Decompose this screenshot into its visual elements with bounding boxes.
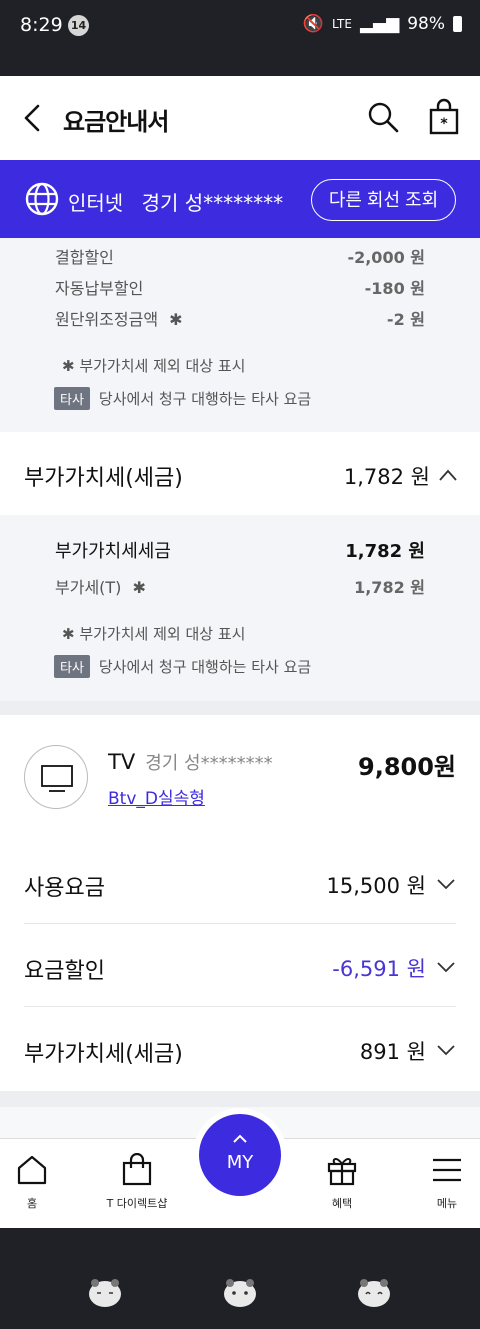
detail-row: 자동납부할인 -180 원 xyxy=(55,275,425,299)
other-carrier-text: 당사에서 청구 대행하는 타사 요금 xyxy=(98,658,312,676)
line-location: 경기 성******** xyxy=(141,191,284,215)
battery-percent: 98% xyxy=(407,14,445,34)
other-carrier-tag: 타사 xyxy=(54,655,90,678)
app-header: 요금안내서 * xyxy=(0,76,480,160)
chevron-down-icon[interactable] xyxy=(436,960,456,974)
status-time: 8:29 xyxy=(20,14,63,36)
chevron-up-icon xyxy=(233,1134,247,1143)
nav-direct-shop[interactable]: T 다이렉트샵 xyxy=(89,1139,185,1229)
line-service: 인터넷 xyxy=(68,191,124,215)
tv-total-amount: 9,800원 xyxy=(358,753,456,781)
other-carrier-text: 당사에서 청구 대행하는 타사 요금 xyxy=(98,390,312,408)
globe-icon xyxy=(25,182,59,216)
tv-title: TV xyxy=(108,750,136,774)
tv-charge-row[interactable]: 사용요금 15,500 원 xyxy=(24,841,456,924)
nav-benefits[interactable]: 혜택 xyxy=(294,1139,390,1229)
notification-badge: 14 xyxy=(68,15,89,36)
vat-exempt-mark: ✱ xyxy=(169,310,183,329)
vat-section-amount: 1,782 원 xyxy=(343,465,430,489)
detail-amount: 1,782 원 xyxy=(354,578,425,597)
nav-direct-shop-label: T 다이렉트샵 xyxy=(106,1197,168,1210)
mute-icon: 🔇 xyxy=(302,14,325,34)
nav-benefits-label: 혜택 xyxy=(331,1197,353,1210)
shopping-bag-icon xyxy=(122,1152,152,1186)
tv-plan-link[interactable]: Btv_D실속형 xyxy=(108,784,205,809)
vat-section-header[interactable]: 부가가치세(세금) 1,782 원 xyxy=(0,432,480,515)
panda-sticker-icon[interactable] xyxy=(87,1276,123,1308)
section-divider xyxy=(0,1091,480,1107)
nav-menu[interactable]: 메뉴 xyxy=(399,1139,480,1229)
detail-label-text: 원단위조정금액 xyxy=(55,310,159,329)
tv-icon xyxy=(41,765,73,792)
chevron-up-icon[interactable] xyxy=(438,468,458,482)
my-button[interactable]: MY xyxy=(199,1114,281,1196)
network-label: LTE xyxy=(332,17,352,31)
tv-location: 경기 성******** xyxy=(145,753,273,774)
gift-icon xyxy=(327,1158,357,1186)
signal-icon: ▂▄▆ xyxy=(359,14,400,34)
detail-amount: -2 원 xyxy=(386,310,425,329)
detail-label: 원단위조정금액 ✱ xyxy=(55,306,183,330)
page-title: 요금안내서 xyxy=(63,108,169,136)
detail-amount: 1,782 원 xyxy=(345,541,425,562)
tv-charge-label: 사용요금 xyxy=(24,876,105,901)
chevron-down-icon[interactable] xyxy=(436,1043,456,1057)
other-carrier-note: 타사 당사에서 청구 대행하는 타사 요금 xyxy=(54,387,311,410)
vat-exempt-note: ✱ 부가가치세 제외 대상 표시 xyxy=(62,625,246,643)
other-carrier-note: 타사 당사에서 청구 대행하는 타사 요금 xyxy=(54,655,311,678)
tv-charge-row[interactable]: 부가가치세(세금) 891 원 xyxy=(24,1007,456,1090)
detail-label: 자동납부할인 xyxy=(55,279,144,298)
detail-amount: -180 원 xyxy=(364,279,425,298)
tv-service-card: TV 경기 성******** Btv_D실속형 9,800원 사용요금 15,5… xyxy=(0,715,480,1091)
vat-exempt-mark: ✱ xyxy=(132,578,146,597)
panda-sticker-icon[interactable] xyxy=(222,1276,258,1308)
tv-charge-amount: 891 원 xyxy=(359,1040,426,1064)
tv-charge-label: 요금할인 xyxy=(24,959,105,984)
svg-text:*: * xyxy=(440,116,448,132)
system-nav-bar xyxy=(0,1228,480,1329)
status-bar: 8:29 14 🔇 LTE ▂▄▆ 98% xyxy=(0,0,480,76)
detail-row: 부가세(T) ✱ 1,782 원 xyxy=(55,574,425,598)
my-label: MY xyxy=(226,1152,254,1173)
home-icon xyxy=(17,1155,47,1185)
tv-title-row: TV 경기 성******** xyxy=(108,749,273,775)
hamburger-menu-icon xyxy=(433,1158,461,1182)
section-divider xyxy=(0,701,480,715)
detail-row: 원단위조정금액 ✱ -2 원 xyxy=(55,306,425,330)
back-arrow-icon[interactable] xyxy=(18,98,48,138)
shopping-bag-lock-icon[interactable]: * xyxy=(426,98,462,136)
nav-home[interactable]: 홈 xyxy=(0,1139,80,1229)
detail-amount: -2,000 원 xyxy=(347,248,425,267)
vat-exempt-note: ✱ 부가가치세 제외 대상 표시 xyxy=(62,357,246,375)
detail-row: 결합할인 -2,000 원 xyxy=(55,244,425,268)
search-icon[interactable] xyxy=(366,100,400,134)
nav-home-label: 홈 xyxy=(26,1197,38,1210)
tv-charge-amount: -6,591 원 xyxy=(332,957,426,981)
other-carrier-tag: 타사 xyxy=(54,387,90,410)
panda-sticker-icon[interactable] xyxy=(356,1276,392,1308)
vat-section-label: 부가가치세(세금) xyxy=(24,466,183,491)
detail-row: 부가가치세세금 1,782 원 xyxy=(55,537,425,563)
tv-charge-row[interactable]: 요금할인 -6,591 원 xyxy=(24,924,456,1007)
line-name: 인터넷 경기 성******** xyxy=(68,187,283,216)
vat-detail-panel: 부가가치세세금 1,782 원 부가세(T) ✱ 1,782 원 ✱ 부가가치세… xyxy=(0,515,480,701)
detail-label: 부가세(T) ✱ xyxy=(55,574,146,598)
detail-label: 부가가치세세금 xyxy=(55,541,171,562)
detail-label: 결합할인 xyxy=(55,248,114,267)
tv-icon-circle xyxy=(24,745,88,809)
internet-detail-panel: 결합할인 -2,000 원 자동납부할인 -180 원 원단위조정금액 ✱ -2… xyxy=(0,238,480,432)
nav-menu-label: 메뉴 xyxy=(436,1197,458,1210)
battery-icon xyxy=(453,16,462,32)
chevron-down-icon[interactable] xyxy=(436,877,456,891)
other-line-button[interactable]: 다른 회선 조회 xyxy=(311,179,456,221)
detail-label-text: 부가세(T) xyxy=(55,578,122,597)
line-selector-bar: 인터넷 경기 성******** 다른 회선 조회 xyxy=(0,160,480,238)
tv-charge-amount: 15,500 원 xyxy=(326,874,426,898)
tv-charge-label: 부가가치세(세금) xyxy=(24,1042,183,1067)
status-indicators: 🔇 LTE ▂▄▆ 98% xyxy=(303,14,462,34)
